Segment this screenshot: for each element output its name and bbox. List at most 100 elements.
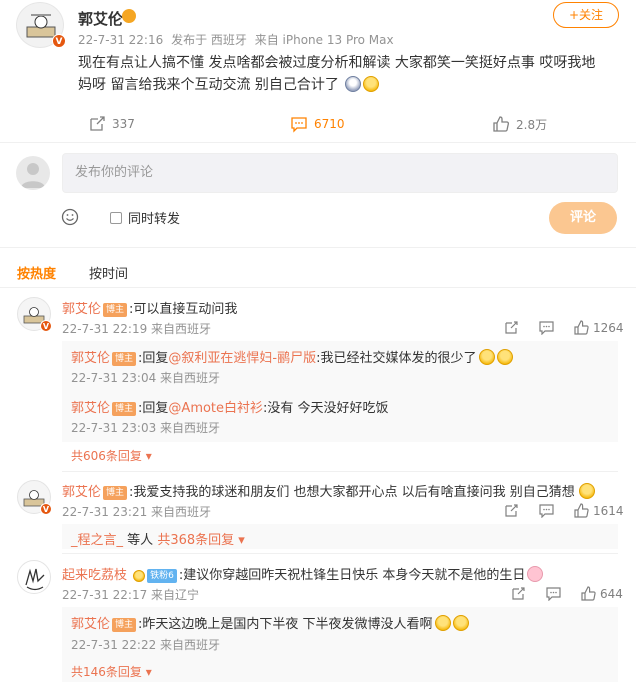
post-action-bar: 337 6710 2.8万 [0,110,636,140]
comment-icon [291,117,307,133]
reply-meta: 22-7-31 22:22 来自西班牙 [71,638,221,652]
post-device: 来自 iPhone 13 Pro Max [254,33,394,47]
reply-share-button[interactable] [504,503,519,518]
thumbs-up-icon [574,503,589,518]
comment-like-count: 644 [600,586,623,601]
more-replies-link[interactable]: 共146条回复 ▾ [71,663,152,680]
repost-action[interactable]: 337 [88,114,135,134]
fan-level-tag: 铁粉6 [147,569,177,583]
reply-meta: 22-7-31 23:03 来自西班牙 [71,421,221,435]
divider [0,247,636,248]
comment-text: :可以直接互动问我 [129,302,238,317]
chevron-down-icon: ▾ [145,449,152,463]
reply-mention-link[interactable]: @Amote白衬衫 [168,401,263,416]
reply-mention-link[interactable]: @叙利亚在逃悍妇-鹂尸版 [168,351,316,366]
author-tag: 博主 [112,402,137,416]
comment-line: 郭艾伦 博主:我爱支持我的球迷和朋友们 也想大家都开心点 以后有啥直接问我 别自己… [62,481,595,500]
member-crown-icon [122,9,136,23]
follow-button[interactable]: +关注 [553,2,619,28]
divider [62,553,618,554]
more-replies-label: 共606条回复 [71,449,142,463]
comment-icon [539,321,554,335]
comment-meta: 22-7-31 23:21 来自西班牙 [62,505,212,519]
post-date[interactable]: 22-7-31 22:16 [78,33,163,47]
reply-line: 郭艾伦 博主:回复@Amote白衬衫:没有 今天没好好吃饭 [71,397,389,416]
comment-icon [539,504,554,518]
laughing-face-icon [496,349,513,365]
repost-icon [90,116,105,131]
reply-button[interactable] [546,586,561,601]
comment-like-button[interactable]: 1264 [574,320,624,335]
divider [0,142,636,143]
default-user-icon [21,163,45,188]
tab-sort-time[interactable]: 按时间 [89,263,128,282]
thumbs-up-icon [493,116,509,132]
repost-icon [505,504,518,517]
verified-badge-icon: V [52,34,66,48]
current-user-avatar [16,156,50,190]
comment-username[interactable]: 郭艾伦 [62,302,101,317]
thumbs-up-icon [574,320,589,335]
repost-checkbox[interactable]: 同时转发 [110,208,180,227]
comment-line: 起来吃荔枝 铁粉6:建议你穿越回昨天祝杜锋生日快乐 本身今天就不是他的生日 [62,564,544,583]
author-tag: 博主 [112,352,137,366]
post-text: 现在有点让人搞不懂 发点啥都会被过度分析和解读 大家都笑一笑挺好点事 哎呀我地妈… [78,55,596,93]
comment-text: :建议你穿越回昨天祝杜锋生日快乐 本身今天就不是他的生日 [178,568,526,583]
verified-badge-icon: V [40,320,52,332]
post-header: V 郭艾伦 22-7-31 22:16 发布于 西班牙 来自 iPhone 13… [16,2,620,50]
comment-input[interactable]: 发布你的评论 [62,153,618,193]
emoji-icon[interactable] [61,208,79,226]
post-author-name[interactable]: 郭艾伦 [78,8,123,29]
repost-count: 337 [112,117,135,131]
reply-share-button[interactable] [504,320,519,335]
more-replies-link[interactable]: 共368条回复 ▾ [157,533,245,548]
author-tag: 博主 [103,303,128,317]
sketch-avatar-icon [25,568,45,591]
reply-prefix: :回复 [138,351,169,366]
author-tag: 博主 [103,486,128,500]
laughing-face-icon [478,349,495,365]
comment-username[interactable]: 起来吃荔枝 [62,568,127,583]
cartoon-avatar-icon [26,14,56,38]
comment-username[interactable]: 郭艾伦 [62,485,101,500]
tab-sort-hot[interactable]: 按热度 [17,263,56,282]
comment-actions: 1614 [504,503,624,518]
reply-line: 郭艾伦 博主:回复@叙利亚在逃悍妇-鹂尸版:我已经社交媒体发的很少了 [71,347,513,366]
comment-text: :我爱支持我的球迷和朋友们 也想大家都开心点 以后有啥直接问我 别自己猜想 [129,485,575,500]
comment-meta: 22-7-31 22:19 来自西班牙 [62,322,212,336]
submit-comment-button[interactable]: 评论 [549,202,617,234]
like-action[interactable]: 2.8万 [492,114,547,134]
chevron-down-icon: ▾ [238,533,245,548]
comment-avatar[interactable] [17,560,51,594]
post-body: 现在有点让人搞不懂 发点啥都会被过度分析和解读 大家都笑一笑挺好点事 哎呀我地妈… [78,52,598,96]
repost-icon [512,587,525,600]
reply-text: :我已经社交媒体发的很少了 [316,351,477,366]
repost-icon [505,321,518,334]
verified-badge-icon: V [40,503,52,515]
reply-username[interactable]: 郭艾伦 [71,351,110,366]
chevron-down-icon: ▾ [145,665,152,679]
reply-summary-line: _程之言_ 等人 共368条回复 ▾ [71,529,245,548]
reply-share-button[interactable] [511,586,526,601]
more-replies-link[interactable]: 共606条回复 ▾ [71,447,152,464]
comment-like-button[interactable]: 1614 [574,503,624,518]
post-location: 发布于 西班牙 [171,33,247,47]
sad-face-icon [345,76,362,92]
comment-like-button[interactable]: 644 [581,586,623,601]
comment-like-count: 1264 [593,320,624,335]
reply-button[interactable] [539,503,554,518]
comment-action[interactable]: 6710 [290,114,345,134]
comment-line: 郭艾伦 博主:可以直接互动问我 [62,298,237,317]
more-replies-label: 共146条回复 [71,665,142,679]
reply-summary-user[interactable]: _程之言_ [71,533,123,548]
checkbox-icon[interactable] [110,211,122,224]
reply-text: :昨天这边晚上是国内下半夜 下半夜发微博没人看啊 [138,617,433,632]
comment-actions: 1264 [504,320,624,335]
comment-actions: 644 [511,586,623,601]
reply-username[interactable]: 郭艾伦 [71,401,110,416]
comment-meta: 22-7-31 22:17 来自辽宁 [62,588,200,602]
comment-count: 6710 [314,117,345,131]
reply-button[interactable] [539,320,554,335]
reply-username[interactable]: 郭艾伦 [71,617,110,632]
reply-summary-text: 等人 [127,533,154,548]
